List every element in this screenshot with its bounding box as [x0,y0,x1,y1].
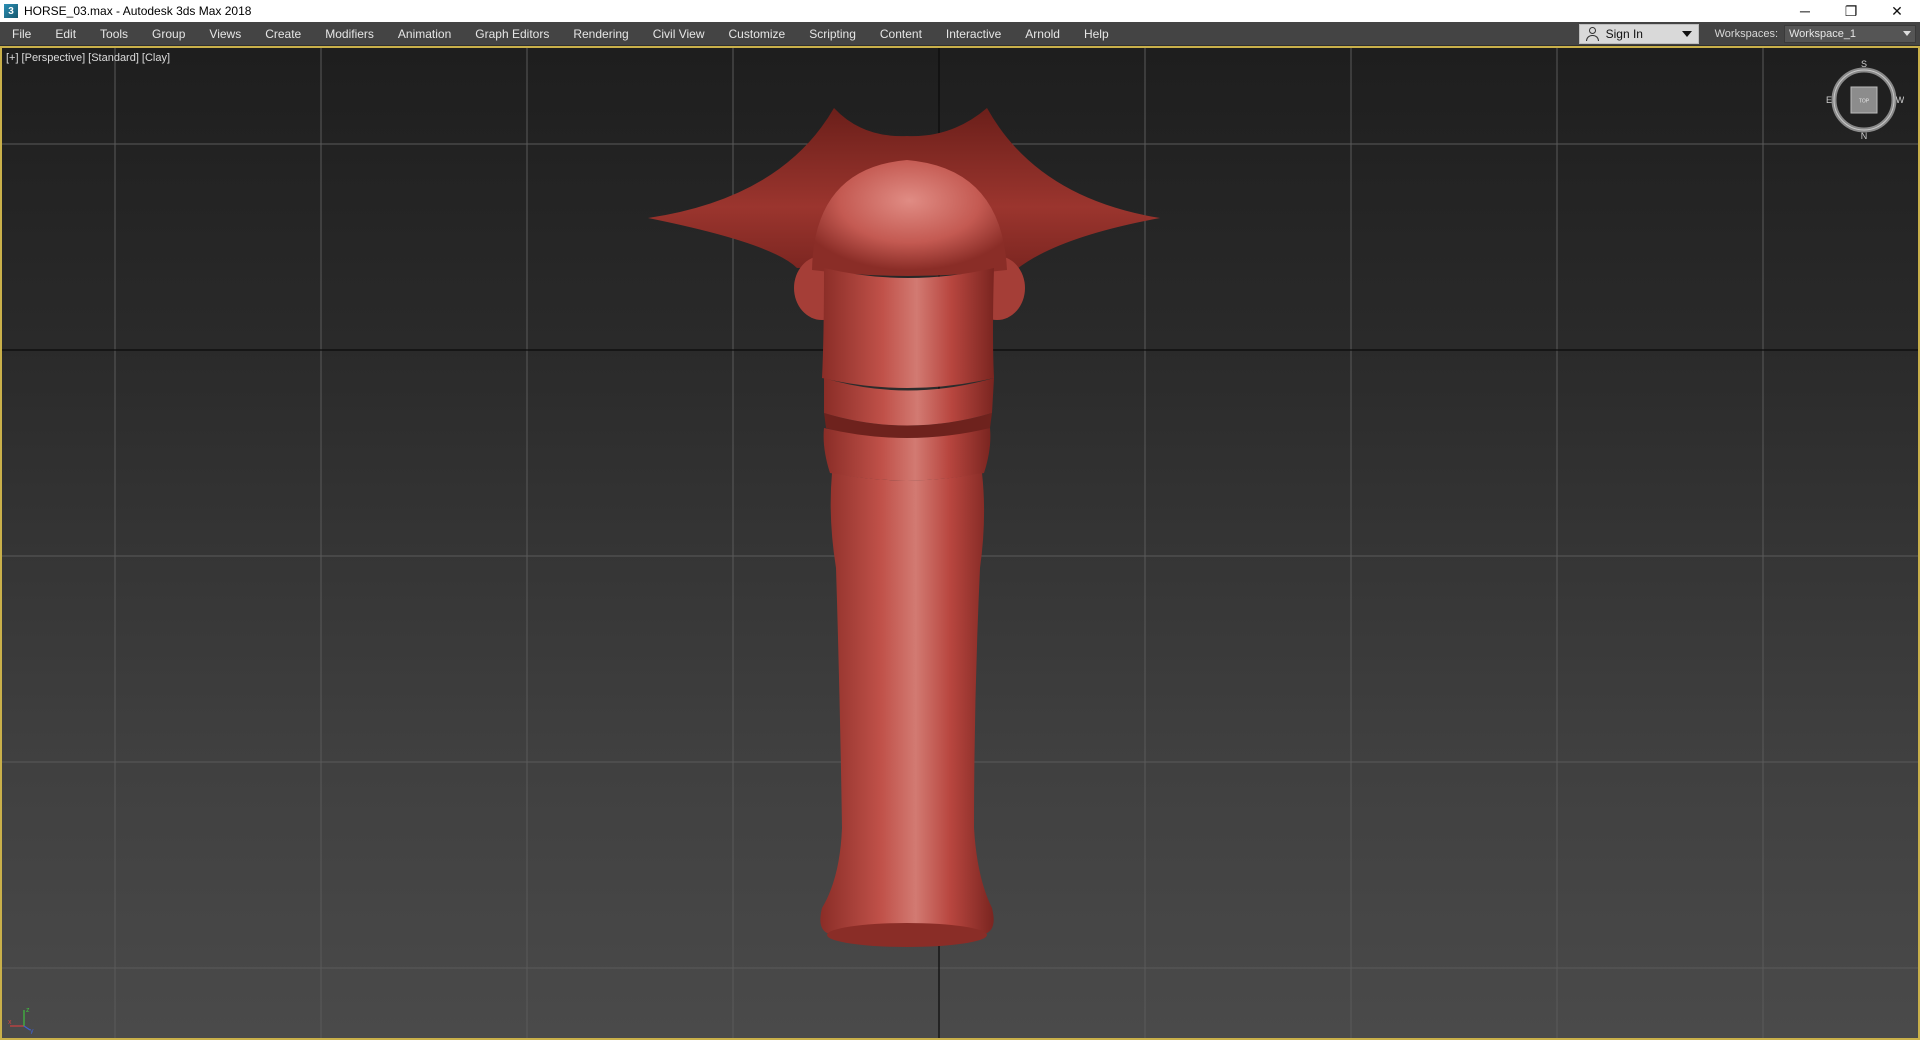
workspace-value: Workspace_1 [1789,27,1857,40]
viewport-shading-menu[interactable]: [Standard] [88,52,139,64]
menu-tools[interactable]: Tools [88,22,140,46]
viewcube-north-label[interactable]: N [1861,131,1868,140]
axis-tripod: x z y [8,1007,34,1034]
menu-create[interactable]: Create [253,22,313,46]
sign-in-button[interactable]: Sign In [1578,23,1699,44]
viewport-style-menu[interactable]: [Clay] [142,52,170,64]
viewcube-south-label[interactable]: S [1861,60,1867,69]
menu-group[interactable]: Group [140,22,197,46]
menu-civil-view[interactable]: Civil View [641,22,717,46]
menu-graph-editors[interactable]: Graph Editors [463,22,561,46]
menu-bar: File Edit Tools Group Views Create Modif… [0,22,1920,46]
red-clay-model[interactable] [648,108,1160,947]
axis-y-label: y [30,1028,34,1034]
viewcube-east-label[interactable]: E [1826,95,1832,105]
title-bar: 3 HORSE_03.max - Autodesk 3ds Max 2018 ─… [0,0,1920,22]
app-icon[interactable]: 3 [4,4,18,18]
chevron-down-icon [1681,30,1692,37]
viewport-label-menu: [+] [Perspective] [Standard] [Clay] [6,52,170,64]
window-title: HORSE_03.max - Autodesk 3ds Max 2018 [24,4,252,18]
menu-rendering[interactable]: Rendering [561,22,640,46]
menu-arnold[interactable]: Arnold [1013,22,1072,46]
menu-help[interactable]: Help [1072,22,1121,46]
restore-button[interactable]: ❐ [1828,0,1874,22]
workspaces-label: Workspaces: [1714,27,1778,40]
menu-modifiers[interactable]: Modifiers [313,22,386,46]
menu-scripting[interactable]: Scripting [797,22,868,46]
workspace-dropdown[interactable]: Workspace_1 [1784,24,1916,43]
menu-file[interactable]: File [0,22,43,46]
menu-edit[interactable]: Edit [43,22,88,46]
menu-customize[interactable]: Customize [717,22,798,46]
viewcube-west-label[interactable]: W [1896,95,1904,105]
minimize-button[interactable]: ─ [1782,0,1828,22]
menu-animation[interactable]: Animation [386,22,463,46]
chevron-down-icon [1903,31,1911,36]
menu-views[interactable]: Views [197,22,253,46]
home-grid [2,48,1918,1038]
menu-interactive[interactable]: Interactive [934,22,1013,46]
window-controls: ─ ❐ ✕ [1782,0,1920,22]
axis-x-label: x [8,1019,12,1026]
viewport-plus-menu[interactable]: [+] [6,52,19,64]
sign-in-label: Sign In [1605,26,1643,41]
menu-content[interactable]: Content [868,22,934,46]
viewcube[interactable]: TOP S N E W [1824,60,1904,140]
viewport-view-menu[interactable]: [Perspective] [22,52,86,64]
user-icon [1585,26,1600,41]
perspective-viewport[interactable]: [+] [Perspective] [Standard] [Clay] TOP … [0,46,1920,1040]
viewcube-face-label: TOP [1859,99,1870,105]
close-button[interactable]: ✕ [1874,0,1920,22]
axis-z-label: z [26,1007,30,1014]
